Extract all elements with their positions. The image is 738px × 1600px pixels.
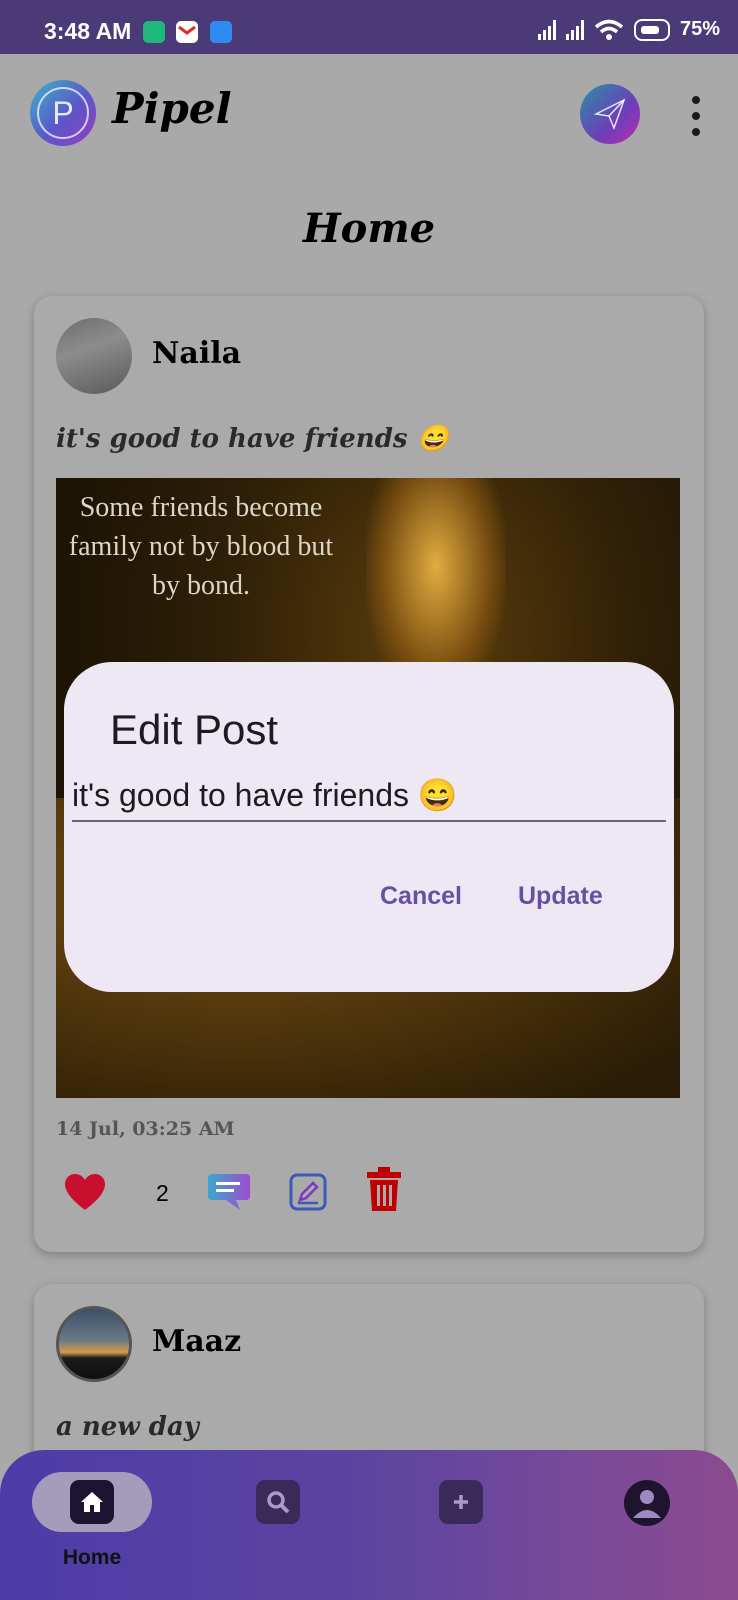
signal-icon	[537, 19, 556, 40]
dialog-title: Edit Post	[110, 706, 279, 753]
nav-profile[interactable]	[586, 1472, 706, 1572]
add-icon	[439, 1480, 483, 1524]
home-icon	[70, 1480, 114, 1524]
nav-home[interactable]: Home	[32, 1472, 152, 1572]
nav-home-label: Home	[62, 1546, 122, 1569]
wifi-icon	[594, 19, 624, 40]
whatsapp-notification-icon	[143, 21, 165, 43]
battery-percent: 75%	[679, 18, 720, 40]
signal-icon-2	[565, 19, 584, 40]
nav-add[interactable]	[401, 1472, 521, 1572]
bottom-nav: Home	[0, 1450, 738, 1600]
gmail-notification-icon	[176, 21, 198, 43]
nav-search[interactable]	[218, 1472, 338, 1572]
search-icon	[256, 1480, 300, 1524]
update-button[interactable]: Update	[518, 882, 603, 911]
status-time: 3:48 AM	[44, 18, 132, 44]
status-bar: 3:48 AM 75%	[0, 0, 738, 54]
messenger-notification-icon	[210, 21, 232, 43]
cancel-button[interactable]: Cancel	[380, 882, 462, 911]
battery-icon	[633, 18, 670, 41]
post-text-input[interactable]	[72, 770, 666, 822]
edit-post-dialog: Edit Post Cancel Update	[64, 662, 674, 992]
profile-icon	[624, 1480, 670, 1526]
